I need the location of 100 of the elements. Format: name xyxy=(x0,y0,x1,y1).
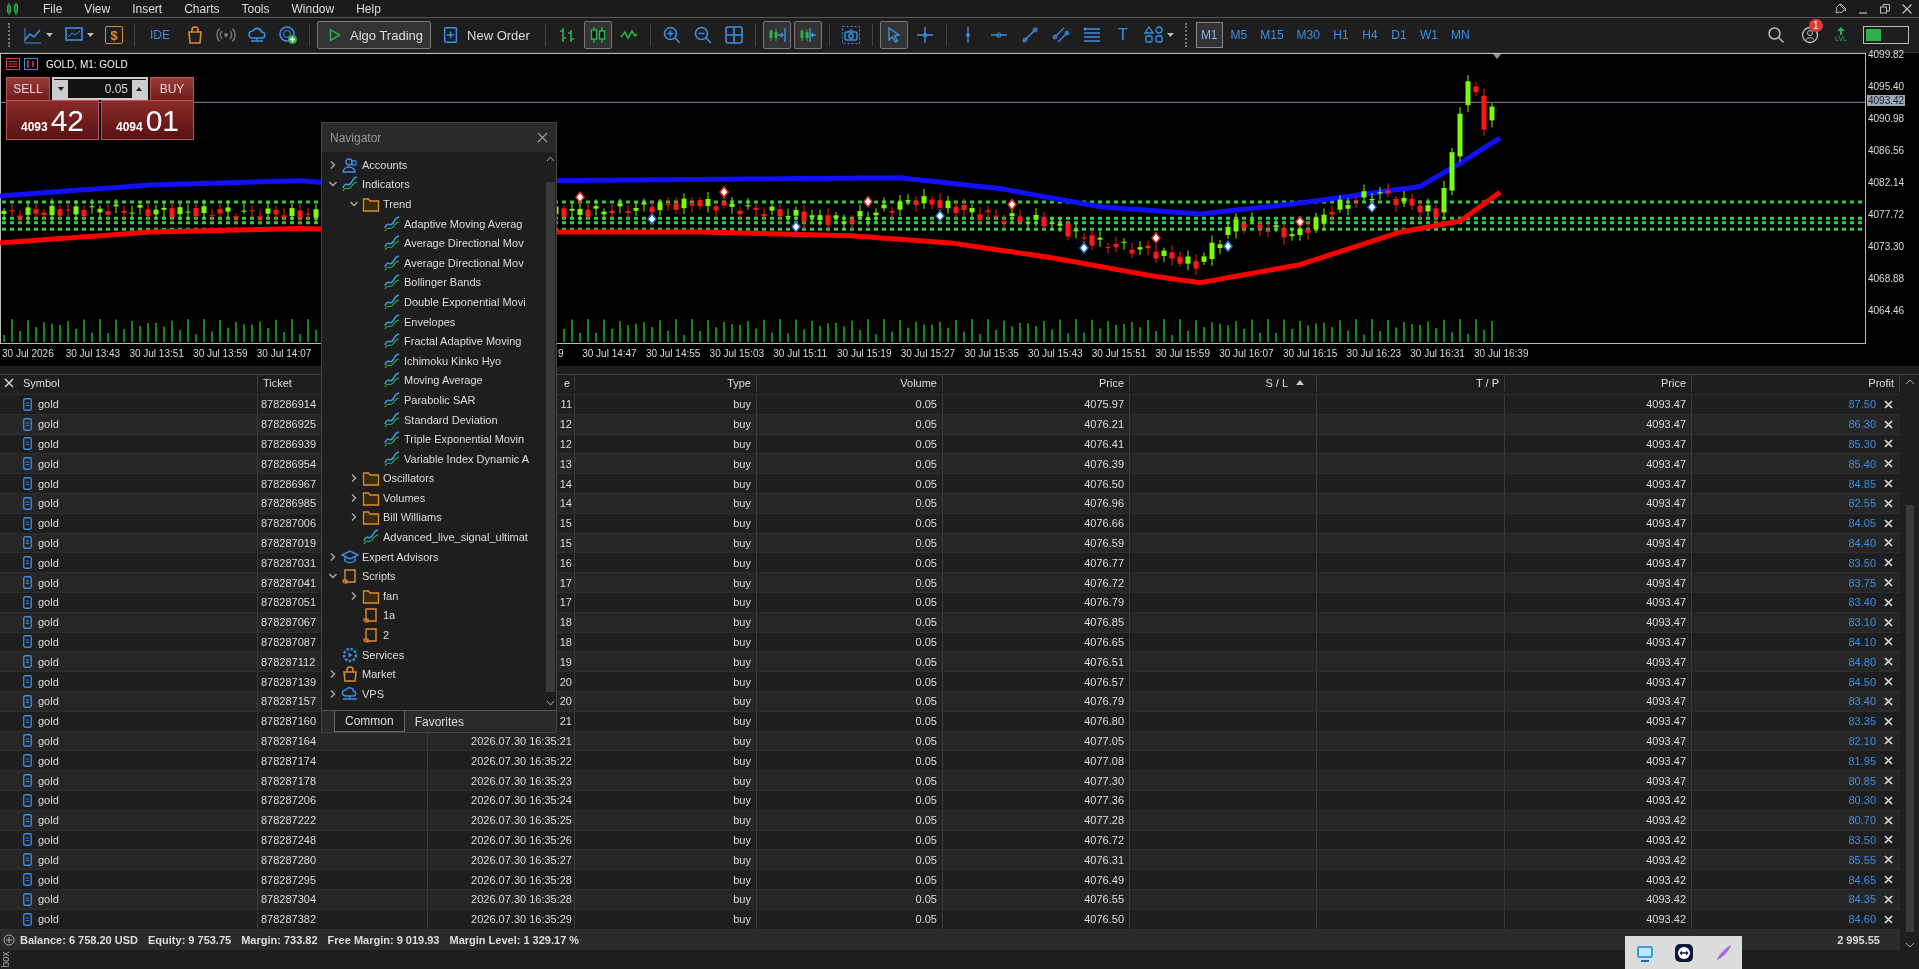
column-header[interactable]: S / L xyxy=(1265,376,1304,389)
table-cell: 4076.72 xyxy=(1084,833,1124,846)
column-header[interactable]: Type xyxy=(727,376,751,389)
tree-item[interactable]: Fractal Adaptive Moving xyxy=(404,335,522,348)
tree-item[interactable]: Standard Deviation xyxy=(404,413,498,426)
table-cell: 0.05 xyxy=(915,853,937,866)
table-cell: 19 xyxy=(559,655,572,668)
tree-item[interactable]: Variable Index Dynamic A xyxy=(404,452,530,465)
menu-item[interactable]: File xyxy=(32,1,74,16)
table-cell: 0.05 xyxy=(915,893,937,906)
toolbox-tab[interactable]: box xyxy=(0,951,11,968)
tree-item[interactable]: Services xyxy=(362,648,405,661)
table-cell: 4093.42 xyxy=(1646,853,1686,866)
column-header[interactable]: e xyxy=(563,376,570,389)
timeframe-button[interactable]: H4 xyxy=(1356,22,1383,48)
tree-item[interactable]: fan xyxy=(383,589,399,602)
table-cell: buy xyxy=(733,398,751,411)
time-axis-label: 30 Jul 15:27 xyxy=(900,348,956,359)
table-cell: buy xyxy=(733,457,751,470)
table-cell: 82.55 xyxy=(1848,497,1876,510)
time-axis-label: 30 Jul 16:15 xyxy=(1282,348,1338,359)
table-cell: 0.05 xyxy=(915,596,937,609)
timeframe-button[interactable]: D1 xyxy=(1385,22,1412,48)
tree-item[interactable]: Accounts xyxy=(362,158,408,171)
tree-item[interactable]: Parabolic SAR xyxy=(404,393,476,406)
text-tool-button[interactable]: T xyxy=(1108,21,1137,49)
tree-item[interactable]: 2 xyxy=(383,629,390,642)
tree-item[interactable]: Triple Exponential Movin xyxy=(404,433,525,446)
menu-item[interactable]: Window xyxy=(280,1,346,16)
column-header[interactable]: T / P xyxy=(1475,376,1499,389)
table-cell: 878287157 xyxy=(261,695,317,708)
table-cell: 4093.47 xyxy=(1646,438,1686,450)
menu-item[interactable]: View xyxy=(73,1,122,16)
buy-button[interactable]: BUY xyxy=(150,77,194,100)
tree-item[interactable]: Moving Average xyxy=(404,374,483,387)
algo-trading-button[interactable]: Algo Trading xyxy=(317,21,431,49)
tree-item[interactable]: VPS xyxy=(362,687,384,700)
chart-title: GOLD, M1: GOLD xyxy=(46,58,128,70)
column-header[interactable]: Price xyxy=(1098,376,1124,389)
table-cell: 4075.97 xyxy=(1084,398,1124,411)
table-cell: 83.50 xyxy=(1848,556,1876,569)
timeframe-button[interactable]: M30 xyxy=(1291,22,1325,48)
time-axis-label: 30 Jul 13:59 xyxy=(193,348,248,359)
table-cell: 4093.47 xyxy=(1646,398,1686,411)
time-axis-label: 30 Jul 15:59 xyxy=(1155,348,1210,359)
tree-item[interactable]: Adaptive Moving Averag xyxy=(404,217,523,230)
tree-item[interactable]: Bollinger Bands xyxy=(404,276,482,289)
account-summary: Margin Level: 1 329.17 % xyxy=(449,933,580,946)
table-cell: 4093.47 xyxy=(1646,457,1686,470)
tree-item[interactable]: Expert Advisors xyxy=(362,550,439,563)
timeframe-button[interactable]: M5 xyxy=(1225,22,1253,48)
menu-item[interactable]: Tools xyxy=(230,1,281,16)
timeframe-button[interactable]: H1 xyxy=(1327,22,1354,48)
table-cell: 878286985 xyxy=(261,497,317,510)
table-cell: 878287280 xyxy=(261,853,317,866)
ide-button[interactable]: IDE xyxy=(142,21,178,49)
timeframe-button[interactable]: W1 xyxy=(1414,22,1443,48)
timeframe-button[interactable]: M1 xyxy=(1195,22,1223,48)
tree-item[interactable]: Average Directional Mov xyxy=(404,237,524,250)
column-header[interactable]: Symbol xyxy=(23,376,60,389)
tree-item[interactable]: Market xyxy=(362,668,396,681)
tree-item[interactable]: Ichimoku Kinko Hyo xyxy=(404,354,502,367)
table-cell: buy xyxy=(733,853,751,866)
tree-item[interactable]: Scripts xyxy=(362,570,396,583)
table-cell: 4076.79 xyxy=(1084,695,1124,708)
timeframe-button[interactable]: MN xyxy=(1445,22,1475,48)
tree-item[interactable]: Envelopes xyxy=(404,315,456,328)
column-header[interactable]: Ticket xyxy=(263,376,292,389)
tree-item[interactable]: Bill Williams xyxy=(383,511,442,524)
tab[interactable]: Common xyxy=(334,711,405,732)
table-cell: 84.40 xyxy=(1848,536,1876,549)
menu-item[interactable]: Help xyxy=(345,1,392,16)
table-cell: 15 xyxy=(559,536,572,549)
sell-price-button[interactable]: 4093 42 xyxy=(6,100,99,140)
table-cell: 84.80 xyxy=(1848,655,1876,668)
panel-title: Navigator xyxy=(330,130,382,145)
volume-stepper[interactable]: 0.05 xyxy=(52,77,148,100)
column-header[interactable]: Profit xyxy=(1868,376,1894,389)
sell-button[interactable]: SELL xyxy=(6,77,50,100)
column-header[interactable]: Price xyxy=(1660,376,1686,389)
tree-item[interactable]: Trend xyxy=(383,198,412,210)
new-order-button[interactable]: New Order xyxy=(434,21,538,49)
table-cell: 0.05 xyxy=(915,655,937,668)
table-cell: 0.05 xyxy=(915,814,937,827)
dollar-button[interactable]: $ xyxy=(105,26,123,44)
column-header[interactable]: Volume xyxy=(900,376,937,389)
menu-item[interactable]: Insert xyxy=(121,1,174,16)
timeframe-button[interactable]: M15 xyxy=(1255,22,1289,48)
table-cell: 4076.21 xyxy=(1084,418,1124,431)
tree-item[interactable]: Oscillators xyxy=(383,472,435,485)
table-cell: 83.50 xyxy=(1848,833,1876,846)
tree-item[interactable]: Volumes xyxy=(383,491,426,504)
menu-item[interactable]: Charts xyxy=(173,1,231,16)
table-cell: 80.30 xyxy=(1848,794,1876,807)
tree-item[interactable]: Average Directional Mov xyxy=(404,256,524,269)
buy-price-button[interactable]: 4094 01 xyxy=(101,100,194,140)
tree-item[interactable]: Double Exponential Movi xyxy=(404,295,526,308)
tree-item[interactable]: 1a xyxy=(383,609,396,622)
tree-item[interactable]: Indicators xyxy=(362,178,410,191)
tree-item[interactable]: Advanced_live_signal_ultimat xyxy=(383,531,528,544)
